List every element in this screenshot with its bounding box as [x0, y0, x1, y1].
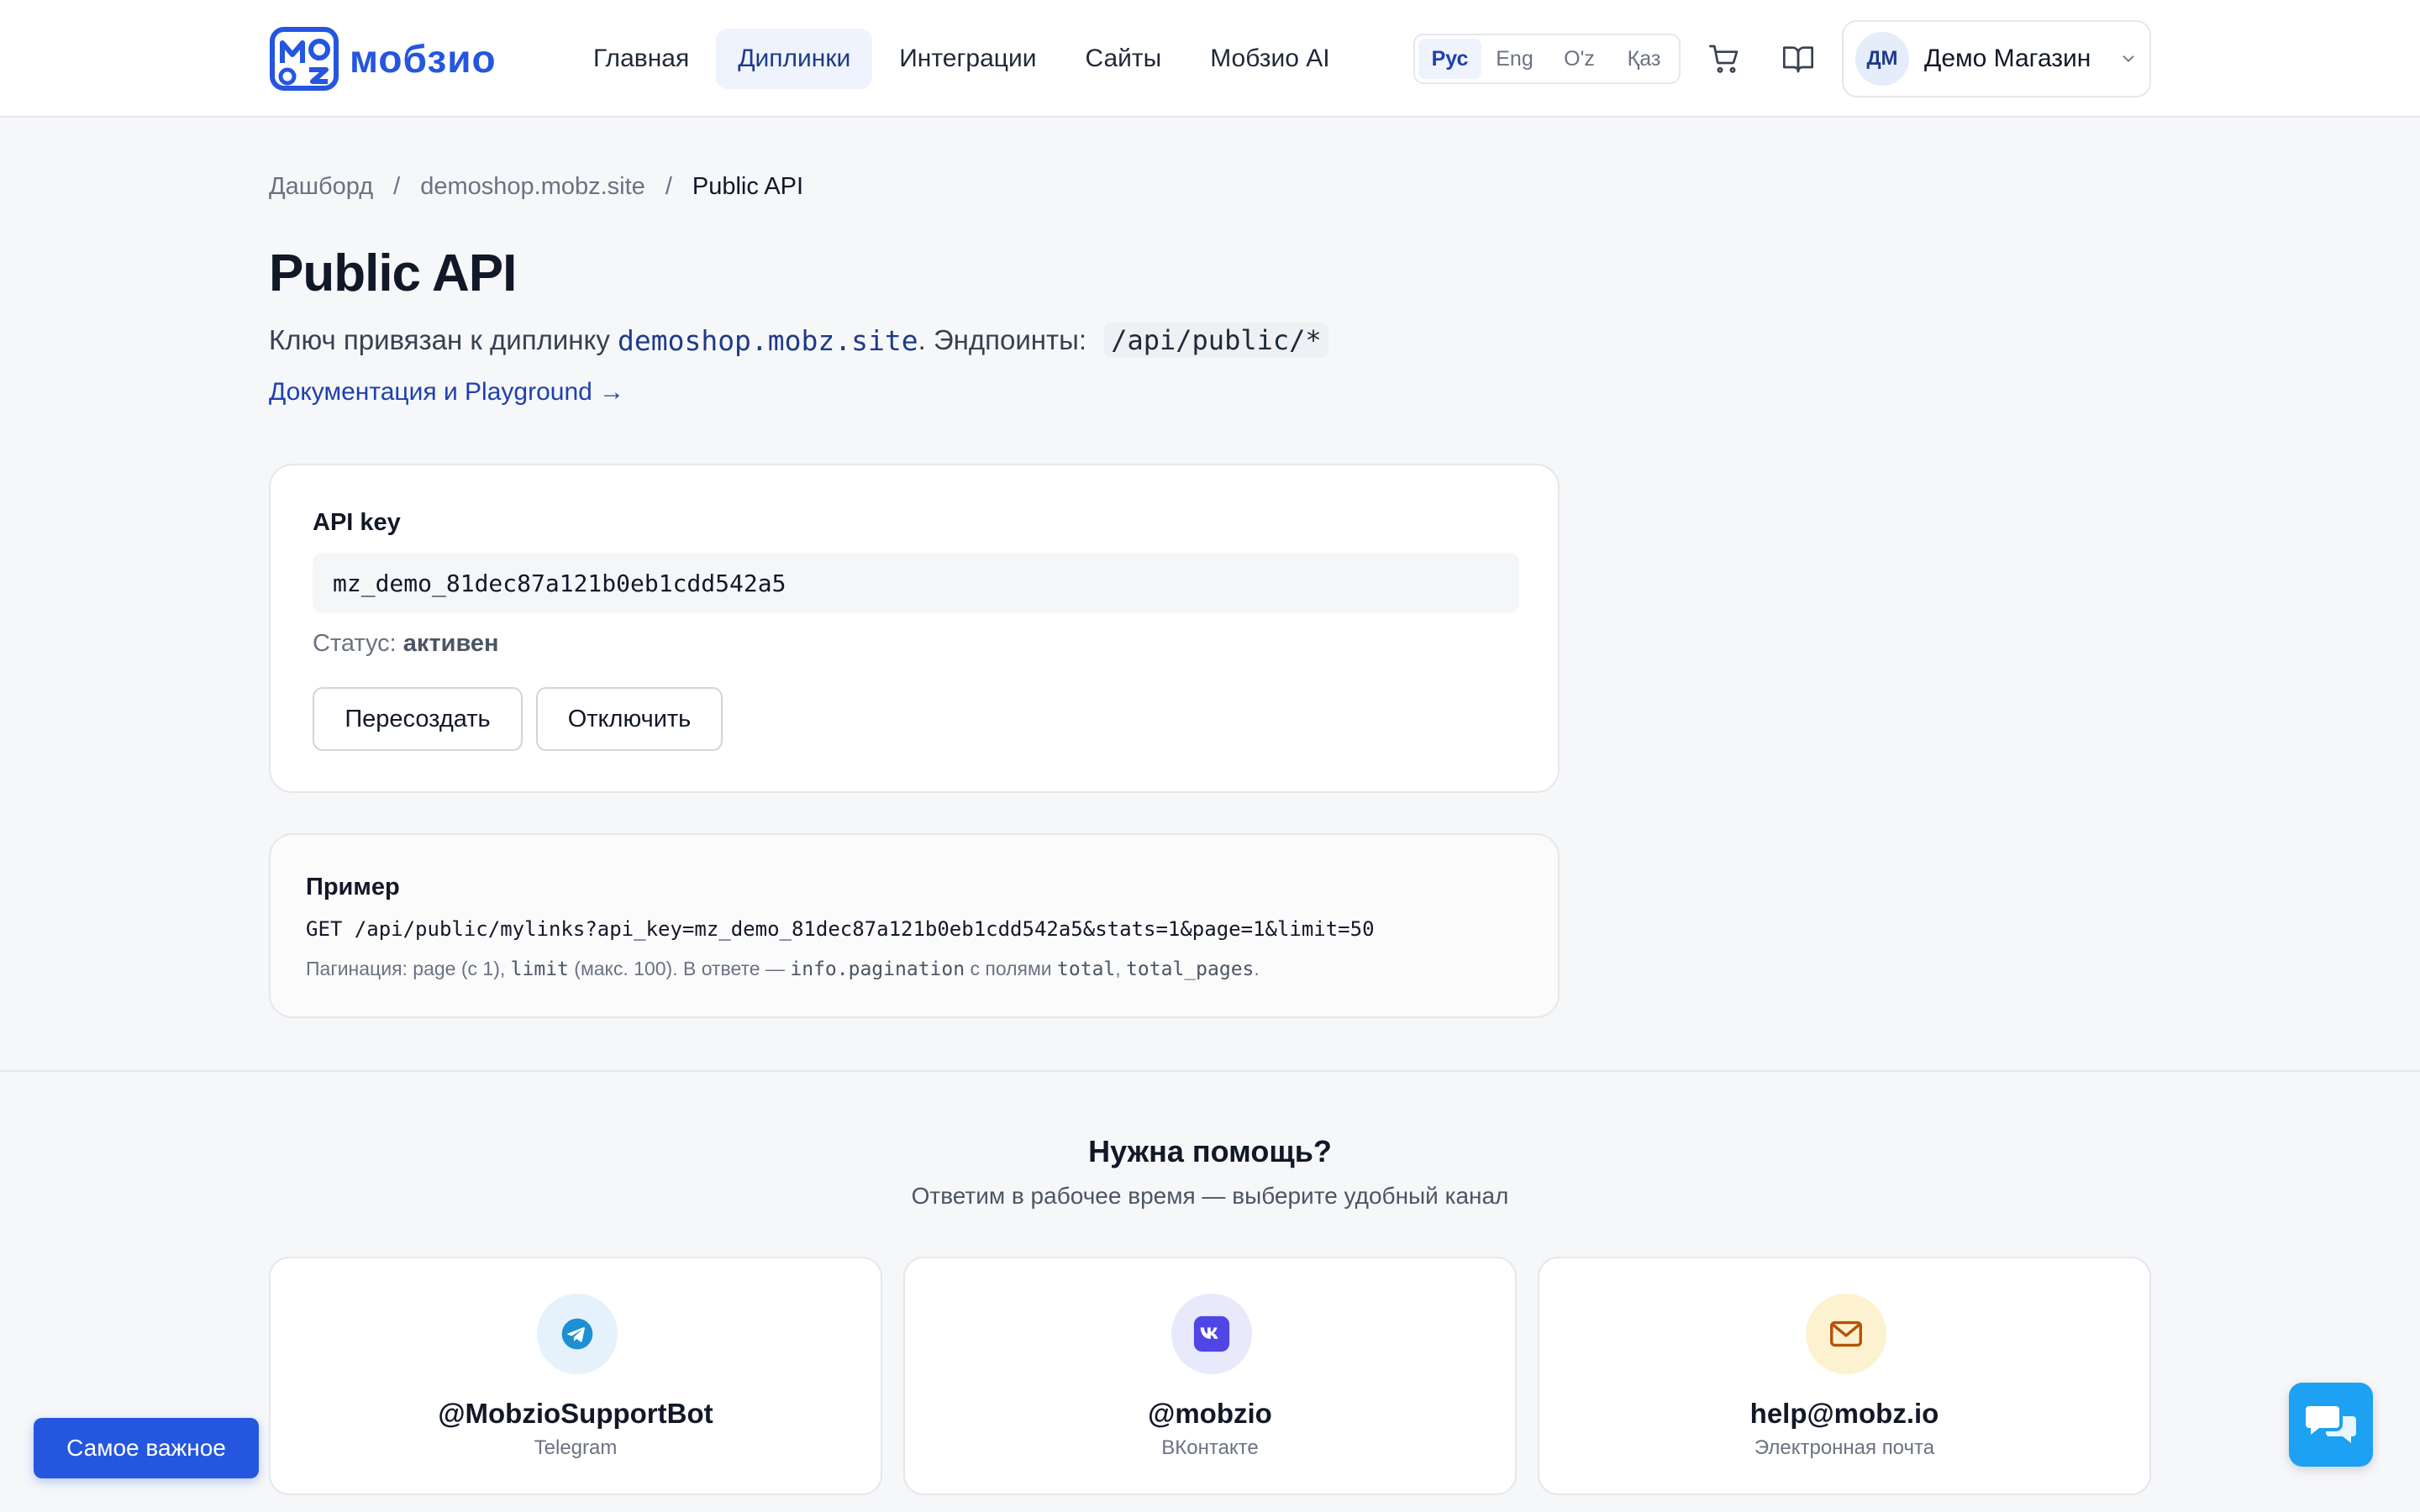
book-icon	[1783, 46, 1813, 73]
chat-icon	[2306, 1406, 2356, 1443]
nav-item-sites[interactable]: Сайты	[1063, 29, 1183, 89]
breadcrumb-site[interactable]: demoshop.mobz.site	[420, 173, 645, 201]
page-subtitle: Ключ привязан к диплинку demoshop.mobz.s…	[269, 323, 1328, 358]
help-title: Нужна помощь?	[1088, 1134, 1332, 1168]
important-button[interactable]: Самое важное	[34, 1418, 259, 1478]
api-status: Статус: активен	[313, 630, 499, 658]
nav-item-ai[interactable]: Мобзио AI	[1188, 29, 1351, 89]
note-text: Пагинация: page (с 1),	[306, 958, 511, 979]
note-code: total	[1057, 958, 1116, 980]
deeplink-link[interactable]: demoshop.mobz.site	[618, 324, 918, 357]
avatar: ДМ	[1855, 32, 1909, 86]
help-channel-sub: ВКонтакте	[1161, 1436, 1259, 1459]
help-subtitle: Ответим в рабочее время — выберите удобн…	[911, 1183, 1509, 1209]
help-channel-sub: Электронная почта	[1754, 1436, 1935, 1459]
help-channel-main: @MobzioSupportBot	[438, 1398, 713, 1429]
breadcrumb-separator: /	[393, 173, 401, 200]
nav-item-integrations[interactable]: Интеграции	[877, 29, 1058, 89]
lang-ru[interactable]: Рус	[1418, 39, 1481, 79]
cart-icon	[1709, 45, 1739, 73]
breadcrumb: Дашборд / demoshop.mobz.site / Public AP…	[269, 173, 803, 201]
vk-icon	[1171, 1294, 1252, 1374]
status-label: Статус:	[313, 630, 403, 657]
breadcrumb-separator: /	[665, 173, 672, 200]
lang-uz[interactable]: O'z	[1548, 39, 1611, 79]
note-code: total_pages	[1126, 958, 1255, 980]
logo[interactable]: мобзио	[269, 25, 497, 92]
nav-item-home[interactable]: Главная	[571, 29, 711, 89]
lang-kz[interactable]: Қаз	[1612, 39, 1676, 79]
logo-text: мобзио	[350, 37, 497, 81]
user-menu[interactable]: ДМ Демо Магазин	[1842, 20, 2151, 97]
cart-button[interactable]	[1702, 37, 1746, 81]
subtitle-mid: . Эндпоинты:	[918, 324, 1095, 355]
help-section: Нужна помощь? Ответим в рабочее время — …	[0, 1070, 2420, 1512]
docs-button[interactable]	[1776, 37, 1820, 81]
status-value: активен	[402, 630, 499, 657]
logo-icon	[269, 26, 339, 92]
mail-icon	[1806, 1294, 1886, 1374]
note-code: limit	[510, 958, 569, 980]
help-channel-sub: Telegram	[534, 1436, 618, 1459]
disable-button[interactable]: Отключить	[536, 687, 723, 751]
note-text: .	[1254, 958, 1260, 979]
api-key-field[interactable]: mz_demo_81dec87a121b0eb1cdd542a5	[313, 553, 1519, 613]
breadcrumb-current: Public API	[692, 173, 804, 200]
example-card: Пример GET /api/public/mylinks?api_key=m…	[269, 833, 1560, 1018]
note-text: с полями	[965, 958, 1058, 979]
main-nav: Главная Диплинки Интеграции Сайты Мобзио…	[571, 29, 1352, 89]
regenerate-button[interactable]: Пересоздать	[313, 687, 523, 751]
subtitle-prefix: Ключ привязан к диплинку	[269, 324, 618, 355]
user-name: Демо Магазин	[1924, 45, 2091, 72]
help-channel-main: help@mobz.io	[1749, 1398, 1939, 1429]
nav-item-deeplinks[interactable]: Диплинки	[716, 29, 873, 89]
help-card-email[interactable]: help@mobz.io Электронная почта	[1538, 1257, 2151, 1495]
api-key-label: API key	[313, 509, 401, 536]
language-switcher: Рус Eng O'z Қаз	[1413, 34, 1681, 84]
help-card-telegram[interactable]: @MobzioSupportBot Telegram	[269, 1257, 882, 1495]
endpoint-code: /api/public/*	[1104, 323, 1328, 358]
page-title: Public API	[269, 244, 517, 302]
chevron-down-icon	[2123, 55, 2134, 62]
example-code: GET /api/public/mylinks?api_key=mz_demo_…	[306, 917, 1375, 941]
lang-en[interactable]: Eng	[1483, 39, 1546, 79]
docs-playground-link[interactable]: Документация и Playground →	[269, 378, 624, 407]
chat-button[interactable]	[2289, 1383, 2373, 1467]
note-text: (макс. 100). В ответе —	[568, 958, 791, 979]
example-note: Пагинация: page (с 1), limit (макс. 100)…	[306, 958, 1260, 980]
example-title: Пример	[306, 874, 400, 900]
breadcrumb-dashboard[interactable]: Дашборд	[269, 173, 373, 201]
telegram-icon	[537, 1294, 618, 1374]
top-header: мобзио Главная Диплинки Интеграции Сайты…	[0, 0, 2420, 118]
help-channel-main: @mobzio	[1148, 1398, 1272, 1429]
api-key-card: API key mz_demo_81dec87a121b0eb1cdd542a5…	[269, 464, 1560, 793]
note-code: info.pagination	[790, 958, 965, 980]
help-card-vk[interactable]: @mobzio ВКонтакте	[903, 1257, 1517, 1495]
note-text: ,	[1115, 958, 1127, 979]
